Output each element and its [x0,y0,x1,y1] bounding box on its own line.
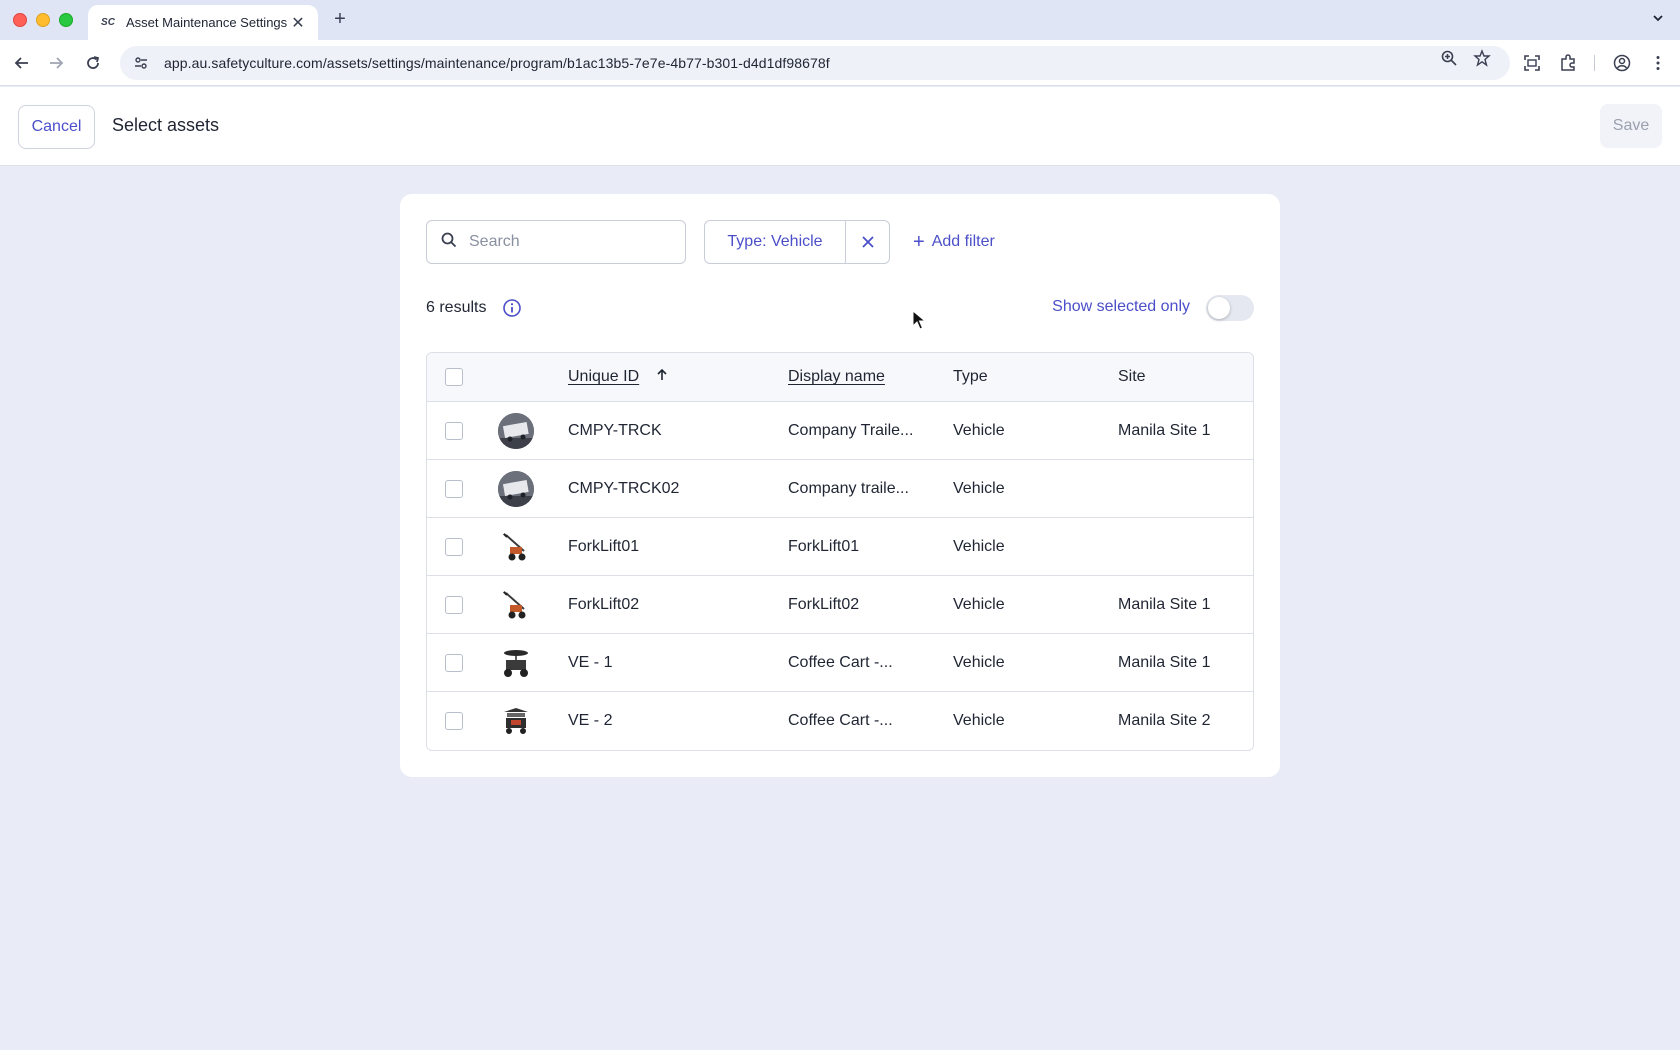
row-checkbox[interactable] [445,479,463,498]
forklift-icon [498,529,534,565]
tab-close-icon[interactable]: ✕ [288,13,308,33]
new-tab-icon[interactable]: + [328,8,352,31]
site-cell: Manila Site 1 [1118,653,1211,671]
site-cell: Manila Site 1 [1118,421,1211,439]
unique-id-cell: VE - 2 [568,712,613,729]
row-checkbox[interactable] [445,595,463,614]
coffee-cart-icon [498,645,534,681]
column-header-unique-id[interactable]: Unique ID [568,368,668,386]
row-checkbox[interactable] [445,653,463,672]
display-name-cell: Company Traile... [788,421,914,439]
unique-id-cell: VE - 1 [568,653,613,671]
forward-icon[interactable] [46,53,66,73]
show-selected-label: Show selected only [1052,298,1190,315]
tab-title: Asset Maintenance Settings | [126,15,288,30]
window-close-button[interactable] [13,13,27,27]
mouse-cursor-icon [912,309,927,335]
search-icon [441,232,457,253]
more-menu-icon[interactable] [1648,53,1668,73]
toolbar-divider [1594,55,1595,71]
forklift-icon [498,587,534,623]
browser-tab-bar: SC Asset Maintenance Settings | ✕ + [0,0,1680,40]
table-row[interactable]: CMPY-TRCK Company Traile... Vehicle Mani… [427,402,1253,460]
safetyculture-favicon-icon: SC [101,17,115,28]
site-cell: Manila Site 2 [1118,712,1211,729]
trailer-icon [498,412,534,449]
window-zoom-button[interactable] [59,13,73,27]
unique-id-cell: CMPY-TRCK02 [568,479,680,497]
display-name-cell: ForkLift01 [788,537,860,555]
table-row[interactable]: ForkLift01 ForkLift01 Vehicle [427,518,1253,576]
bookmark-star-icon[interactable] [1473,49,1491,67]
search-input[interactable]: Search [426,220,686,264]
clear-filter-icon[interactable] [846,221,889,263]
screenshot-icon[interactable] [1522,53,1542,73]
app-header: Cancel Select assets Save [0,87,1680,166]
row-checkbox[interactable] [445,537,463,556]
sort-ascending-icon [656,368,668,386]
filter-chip-type: Type: Vehicle [704,220,890,264]
show-selected-toggle[interactable] [1206,295,1254,321]
display-name-cell: Coffee Cart -... [788,653,893,671]
unique-id-cell: CMPY-TRCK [568,421,662,439]
display-name-cell: Company traile... [788,479,909,497]
site-settings-icon[interactable] [132,54,150,72]
trailer-icon [498,470,534,507]
tab-search-chevron-icon[interactable] [1650,10,1666,26]
table-row[interactable]: CMPY-TRCK02 Company traile... Vehicle [427,460,1253,518]
cancel-button[interactable]: Cancel [18,105,95,149]
table-header-row: Unique ID Display name Type Site [427,353,1253,402]
row-checkbox[interactable] [445,421,463,440]
browser-tab[interactable]: SC Asset Maintenance Settings | ✕ [88,5,318,40]
add-filter-button[interactable]: + Add filter [913,220,995,264]
save-button[interactable]: Save [1600,104,1662,148]
table-row[interactable]: VE - 1 Coffee Cart -... Vehicle Manila S… [427,634,1253,692]
assets-table: Unique ID Display name Type Site CMPY-TR… [426,352,1254,751]
reload-icon[interactable] [83,53,103,73]
info-icon[interactable] [502,298,522,318]
unique-id-cell: ForkLift02 [568,595,640,613]
toggle-knob [1208,297,1230,319]
browser-address-bar: app.au.safetyculture.com/assets/settings… [0,40,1680,86]
filter-chip-label[interactable]: Type: Vehicle [705,221,846,263]
table-row[interactable]: VE - 2 Coffee Cart -... Vehicle Manila S… [427,692,1253,750]
page-title: Select assets [112,115,220,135]
plus-icon: + [913,231,925,253]
display-name-cell: ForkLift02 [788,595,860,613]
select-all-checkbox[interactable] [445,368,463,386]
url-bar[interactable]: app.au.safetyculture.com/assets/settings… [120,46,1510,80]
asset-selection-card: Search Type: Vehicle + Add filter 6 resu… [400,194,1280,777]
coffee-cart-icon [498,703,534,739]
site-cell: Manila Site 1 [1118,595,1211,613]
type-cell: Vehicle [953,421,1005,439]
results-count: 6 results [426,298,522,318]
column-header-site: Site [1118,368,1146,385]
table-row[interactable]: ForkLift02 ForkLift02 Vehicle Manila Sit… [427,576,1253,634]
add-filter-label: Add filter [931,233,995,250]
unique-id-cell: ForkLift01 [568,537,640,555]
type-cell: Vehicle [953,537,1005,555]
type-cell: Vehicle [953,479,1005,497]
extensions-icon[interactable] [1558,53,1578,73]
back-icon[interactable] [12,53,32,73]
url-text: app.au.safetyculture.com/assets/settings… [164,55,830,71]
results-text: 6 results [426,299,487,316]
display-name-cell: Coffee Cart -... [788,712,893,729]
column-header-display-name[interactable]: Display name [788,368,885,386]
type-cell: Vehicle [953,653,1005,671]
column-header-type: Type [953,368,988,385]
zoom-icon[interactable] [1440,49,1458,67]
type-cell: Vehicle [953,712,1005,729]
search-placeholder: Search [469,233,520,250]
type-cell: Vehicle [953,595,1005,613]
window-minimize-button[interactable] [36,13,50,27]
row-checkbox[interactable] [445,712,463,730]
profile-icon[interactable] [1612,53,1632,73]
